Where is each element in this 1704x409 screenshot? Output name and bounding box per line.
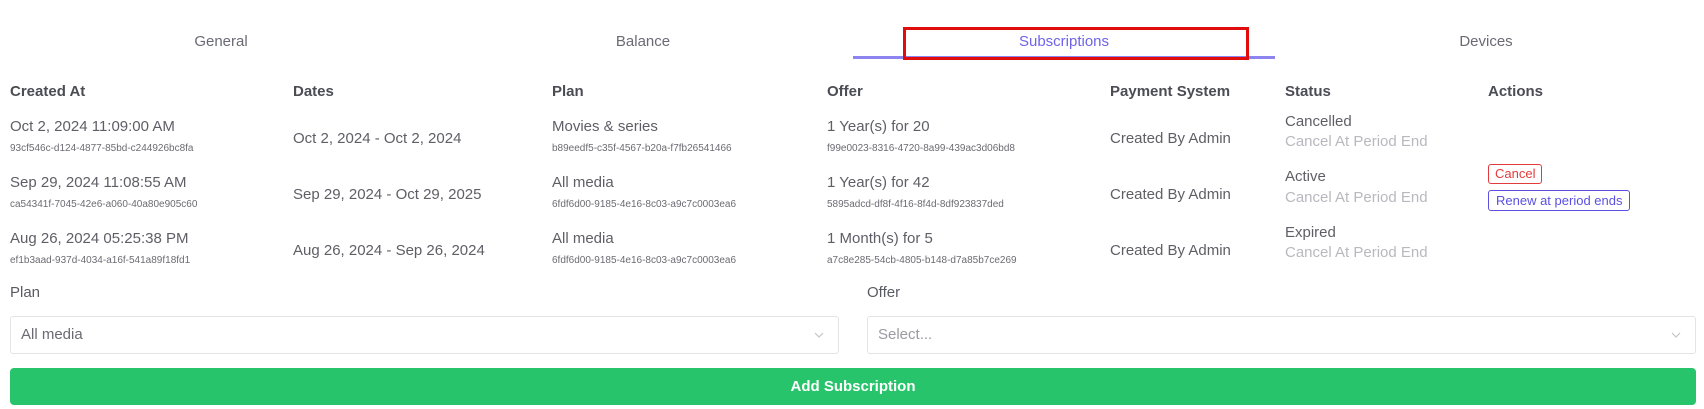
- dates: Oct 2, 2024 - Oct 2, 2024: [293, 130, 462, 147]
- plan-select[interactable]: All media: [10, 316, 839, 354]
- plan-id: 6fdf6d00-9185-4e16-8c03-a9c7c0003ea6: [552, 255, 737, 266]
- plan-field-label: Plan: [10, 284, 41, 301]
- created-at: Oct 2, 2024 11:09:00 AM: [10, 118, 175, 135]
- chevron-down-icon: [1671, 332, 1681, 338]
- created-at: Sep 29, 2024 11:08:55 AM: [10, 174, 187, 191]
- plan-name: All media: [552, 174, 614, 191]
- renew-button[interactable]: Renew at period ends: [1488, 190, 1631, 211]
- payment-system: Created By Admin: [1110, 186, 1231, 203]
- header-actions: Actions: [1488, 83, 1544, 100]
- offer-name: 1 Month(s) for 5: [827, 230, 933, 247]
- status-note: Cancel At Period End: [1285, 244, 1428, 261]
- tab-devices[interactable]: Devices: [1275, 0, 1697, 58]
- offer-id: f99e0023-8316-4720-8a99-439ac3d06bd8: [827, 143, 1015, 154]
- offer-select[interactable]: Select...: [867, 316, 1696, 354]
- header-offer: Offer: [827, 83, 863, 100]
- chevron-down-icon: [814, 332, 824, 338]
- tab-balance[interactable]: Balance: [432, 0, 854, 58]
- plan-select-value: All media: [21, 326, 83, 343]
- status-note: Cancel At Period End: [1285, 189, 1428, 206]
- tab-bar: General Balance Subscriptions Devices: [0, 0, 1704, 60]
- add-subscription-button[interactable]: Add Subscription: [10, 368, 1696, 405]
- table-row: Aug 26, 2024 05:25:38 PM ef1b3aad-937d-4…: [0, 224, 1704, 280]
- header-created-at: Created At: [10, 83, 86, 100]
- payment-system: Created By Admin: [1110, 130, 1231, 147]
- subscription-id: ca54341f-7045-42e6-a060-40a80e905c60: [10, 199, 198, 210]
- offer-name: 1 Year(s) for 20: [827, 118, 930, 135]
- subscription-id: 93cf546c-d124-4877-85bd-c244926bc8fa: [10, 143, 194, 154]
- plan-name: Movies & series: [552, 118, 658, 135]
- tab-general[interactable]: General: [10, 0, 432, 58]
- header-dates: Dates: [293, 83, 334, 100]
- header-status: Status: [1285, 83, 1331, 100]
- status-note: Cancel At Period End: [1285, 133, 1428, 150]
- created-at: Aug 26, 2024 05:25:38 PM: [10, 230, 189, 247]
- status-label: Cancelled: [1285, 113, 1352, 130]
- status-label: Expired: [1285, 224, 1336, 241]
- header-plan: Plan: [552, 83, 584, 100]
- plan-id: b89eedf5-c35f-4567-b20a-f7fb26541466: [552, 143, 732, 154]
- header-payment-system: Payment System: [1110, 83, 1231, 100]
- offer-id: a7c8e285-54cb-4805-b148-d7a85b7ce269: [827, 255, 1017, 266]
- tab-subscriptions[interactable]: Subscriptions: [853, 0, 1275, 59]
- plan-id: 6fdf6d00-9185-4e16-8c03-a9c7c0003ea6: [552, 199, 737, 210]
- subscription-id: ef1b3aad-937d-4034-a16f-541a89f18fd1: [10, 255, 191, 266]
- cancel-button[interactable]: Cancel: [1488, 164, 1543, 184]
- plan-name: All media: [552, 230, 614, 247]
- payment-system: Created By Admin: [1110, 242, 1231, 259]
- offer-name: 1 Year(s) for 42: [827, 174, 930, 191]
- offer-id: 5895adcd-df8f-4f16-8f4d-8df923837ded: [827, 199, 1004, 210]
- offer-select-placeholder: Select...: [878, 326, 933, 343]
- dates: Aug 26, 2024 - Sep 26, 2024: [293, 242, 485, 259]
- offer-field-label: Offer: [867, 284, 901, 301]
- table-row: Sep 29, 2024 11:08:55 AM ca54341f-7045-4…: [0, 164, 1704, 224]
- status-label: Active: [1285, 168, 1326, 185]
- table-row: Oct 2, 2024 11:09:00 AM 93cf546c-d124-48…: [0, 112, 1704, 168]
- dates: Sep 29, 2024 - Oct 29, 2025: [293, 186, 482, 203]
